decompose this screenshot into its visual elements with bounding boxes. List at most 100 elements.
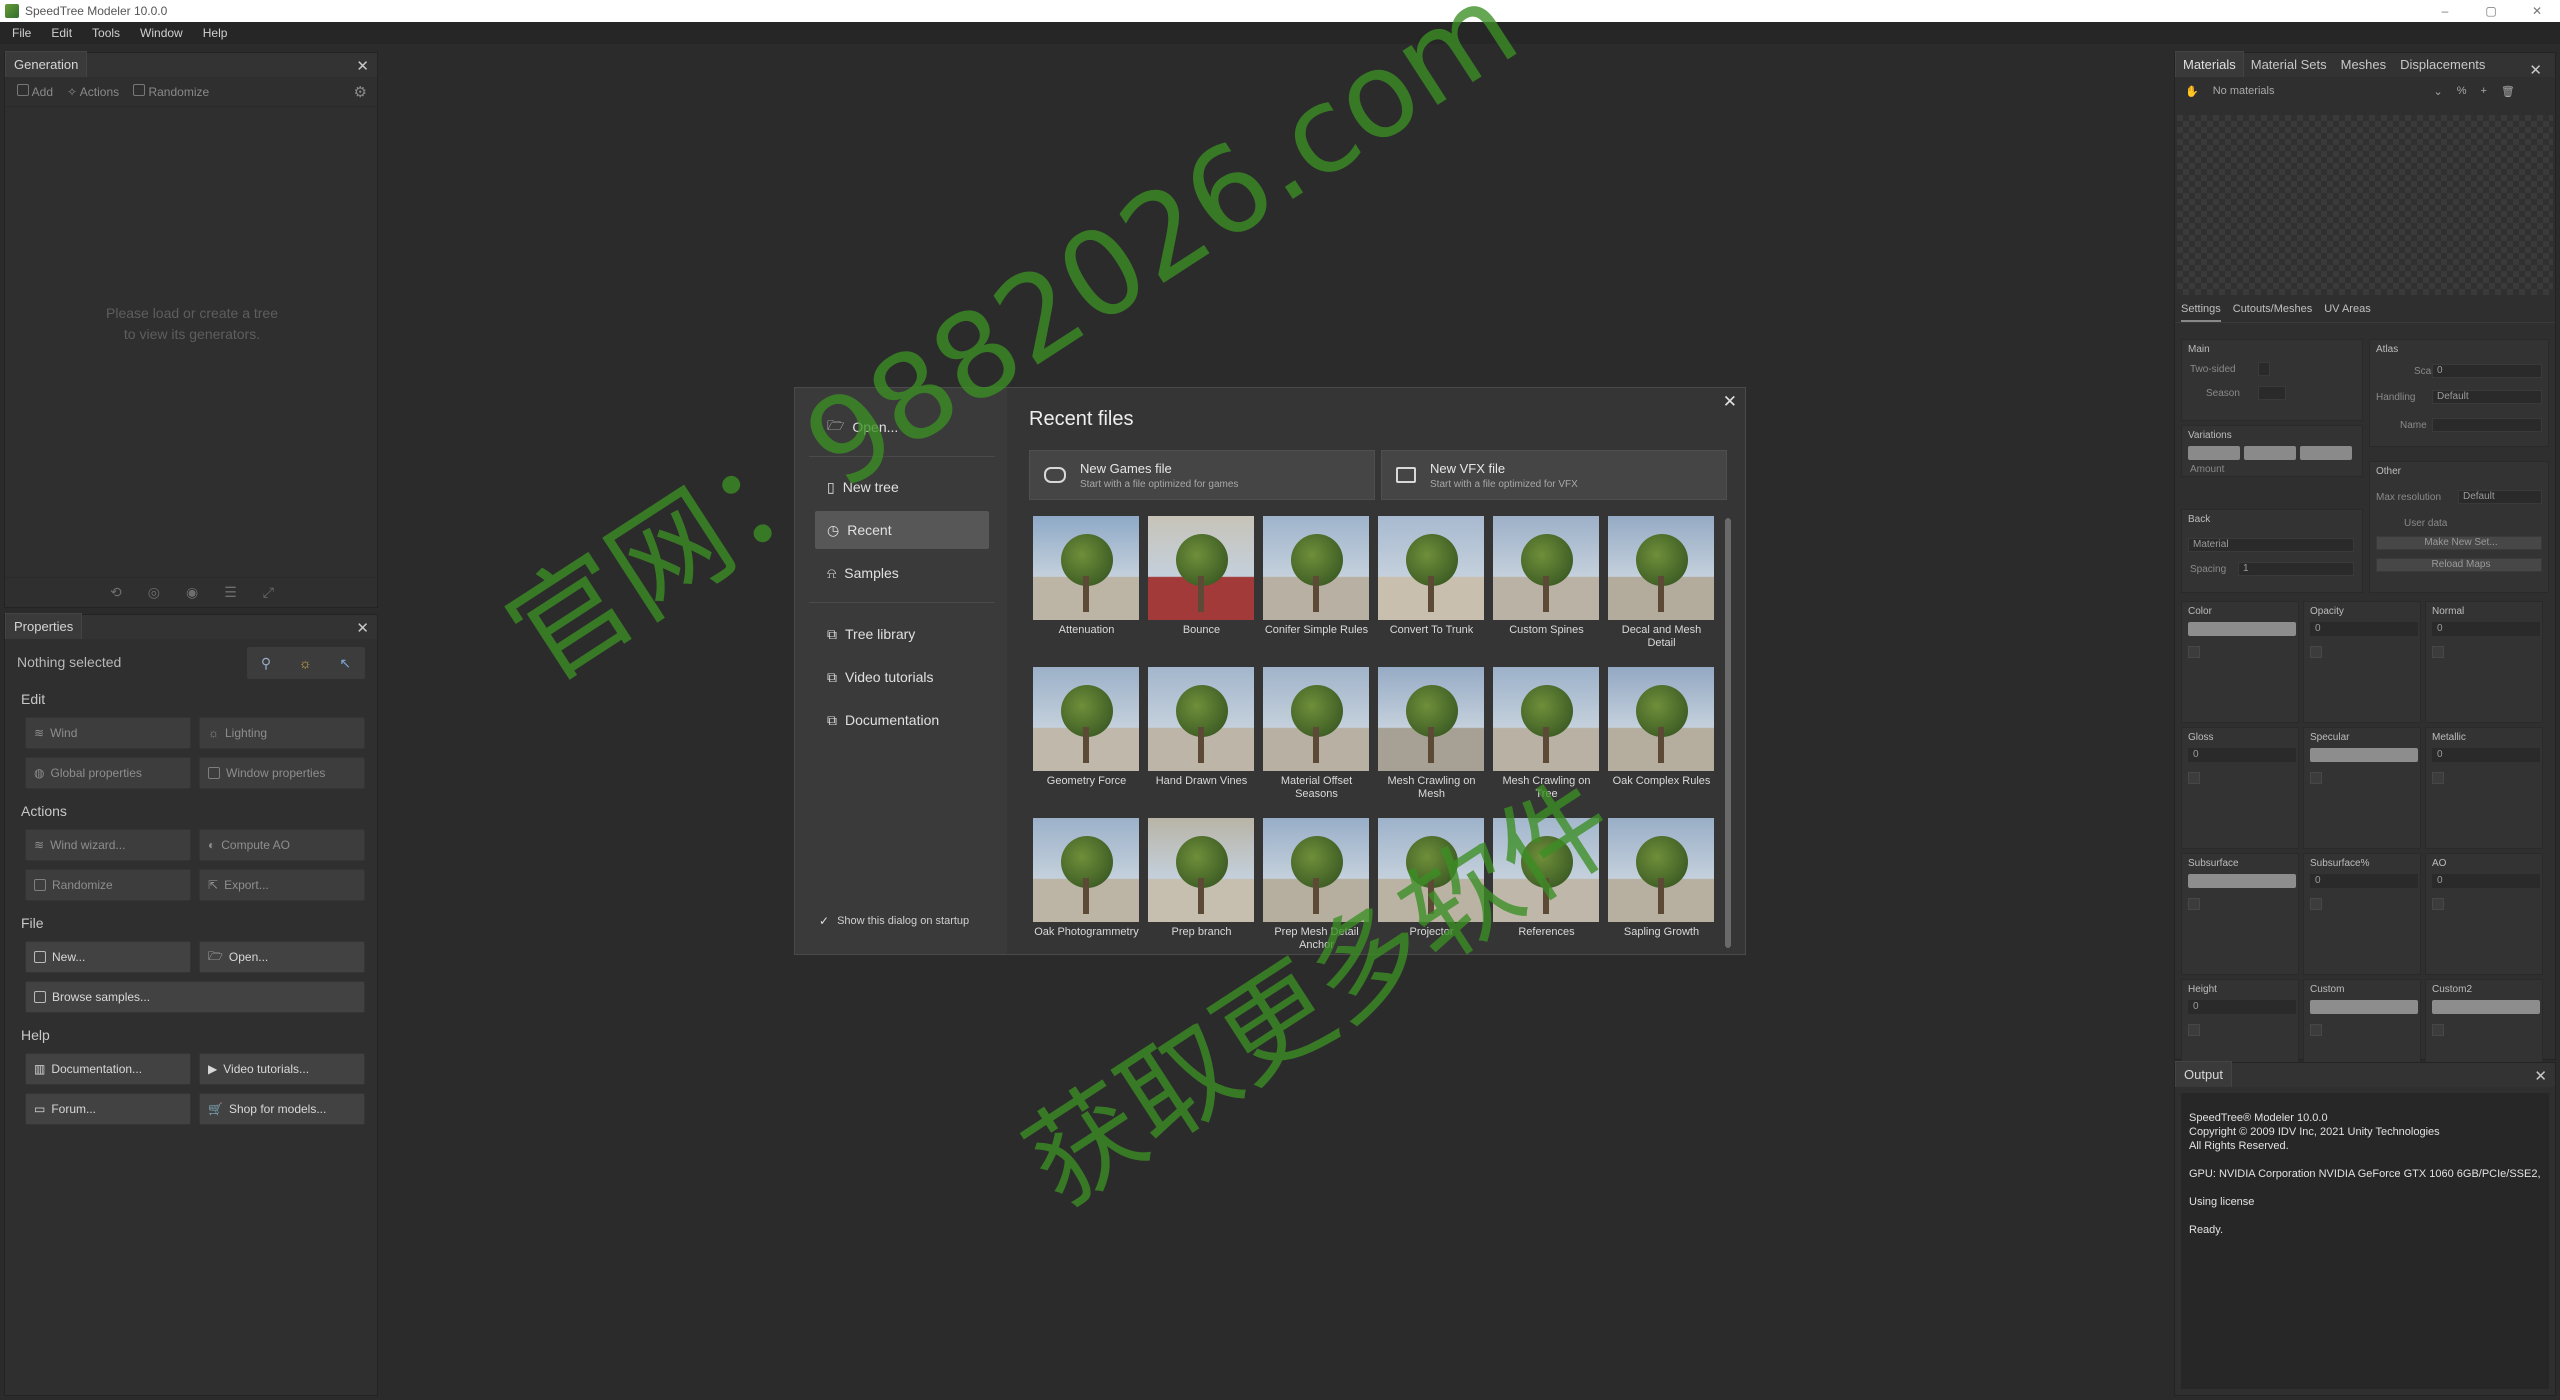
close-icon[interactable]: ✕ [2522, 56, 2549, 84]
tab-properties[interactable]: Properties [5, 613, 83, 639]
subtab-uv-areas[interactable]: UV Areas [2324, 303, 2370, 322]
percent-icon[interactable]: % [2457, 85, 2467, 97]
slot-value[interactable]: 0 [2188, 748, 2296, 762]
slot-value[interactable] [2188, 622, 2296, 636]
nav-samples[interactable]: ⍾ Samples [815, 554, 989, 592]
slot-checkbox[interactable] [2432, 898, 2444, 910]
season-field[interactable] [2258, 386, 2286, 400]
materials-dropdown[interactable]: No materials ⌄ [2213, 85, 2443, 98]
pointer-icon[interactable]: ↖ [339, 655, 351, 672]
gear-icon[interactable]: ⚙ [354, 83, 367, 101]
new-games-file-button[interactable]: New Games file Start with a file optimize… [1029, 450, 1375, 500]
dialog-scrollbar[interactable] [1725, 518, 1731, 948]
recent-file-thumbnail[interactable]: Oak Complex Rules [1608, 667, 1715, 788]
window-properties-button[interactable]: Window properties [199, 757, 365, 789]
list-icon[interactable]: ☰ [224, 584, 237, 601]
close-icon[interactable]: ✕ [356, 57, 369, 75]
menu-edit[interactable]: Edit [39, 26, 80, 40]
slot-checkbox[interactable] [2188, 772, 2200, 784]
close-icon[interactable]: ✕ [1723, 392, 1737, 412]
hand-icon[interactable]: ✋ [2185, 85, 2199, 98]
reload-maps-button[interactable]: Reload Maps [2376, 558, 2542, 572]
bend-icon[interactable]: ⟲ [110, 584, 122, 601]
recent-file-thumbnail[interactable]: Oak Photogrammetry [1033, 818, 1140, 939]
variation-bar-2[interactable] [2244, 446, 2296, 460]
menu-file[interactable]: File [0, 26, 39, 40]
sun-icon[interactable]: ☼ [299, 655, 312, 671]
tab-material-sets[interactable]: Material Sets [2244, 52, 2334, 77]
recent-file-thumbnail[interactable]: Decal and Mesh Detail [1608, 516, 1715, 650]
new-file-button[interactable]: New... [25, 941, 191, 973]
recent-file-thumbnail[interactable]: Custom Spines [1493, 516, 1600, 637]
camera-icon[interactable]: ◉ [186, 584, 198, 601]
actions-button[interactable]: ✧ Actions [67, 85, 119, 99]
shop-button[interactable]: 🛒 Shop for models... [199, 1093, 365, 1125]
export-button[interactable]: ⇱ Export... [199, 869, 365, 901]
material-slot[interactable]: Color [2181, 601, 2299, 723]
recent-file-thumbnail[interactable]: Bounce [1148, 516, 1255, 637]
slot-value[interactable]: 0 [2432, 622, 2540, 636]
slot-checkbox[interactable] [2432, 772, 2444, 784]
material-slot[interactable]: Subsurface [2181, 853, 2299, 975]
make-new-set-button[interactable]: Make New Set... [2376, 536, 2542, 550]
slot-checkbox[interactable] [2432, 1024, 2444, 1036]
handling-dropdown[interactable]: Default [2432, 390, 2542, 404]
slot-value[interactable] [2310, 748, 2418, 762]
material-slot[interactable]: Opacity 0 [2303, 601, 2421, 723]
menu-window[interactable]: Window [128, 26, 191, 40]
slot-value[interactable]: 0 [2432, 748, 2540, 762]
browse-samples-button[interactable]: Browse samples... [25, 981, 365, 1013]
add-button[interactable]: Add [17, 84, 53, 99]
open-file-button[interactable]: 🗁 Open... [199, 941, 365, 973]
nav-new-tree[interactable]: ▯ New tree [815, 468, 989, 506]
blend-icon[interactable]: ◎ [148, 584, 160, 601]
scale-field[interactable]: 0 [2432, 364, 2542, 378]
tab-displacements[interactable]: Displacements [2393, 52, 2492, 77]
slot-checkbox[interactable] [2310, 646, 2322, 658]
close-icon[interactable]: ✕ [356, 619, 369, 637]
recent-file-thumbnail[interactable]: Sapling Growth [1608, 818, 1715, 939]
max-resolution-dropdown[interactable]: Default [2458, 490, 2542, 504]
recent-file-thumbnail[interactable]: Attenuation [1033, 516, 1140, 637]
recent-file-thumbnail[interactable]: Prep Mesh Detail Anchor [1263, 818, 1370, 952]
tab-generation[interactable]: Generation [5, 51, 88, 77]
recent-file-thumbnail[interactable]: Prep branch [1148, 818, 1255, 939]
menu-tools[interactable]: Tools [80, 26, 128, 40]
subtab-cutouts[interactable]: Cutouts/Meshes [2233, 303, 2312, 322]
slot-value[interactable] [2310, 1000, 2418, 1014]
material-slot[interactable]: Metallic 0 [2425, 727, 2543, 849]
slot-checkbox[interactable] [2188, 646, 2200, 658]
slot-checkbox[interactable] [2310, 772, 2322, 784]
randomize-button[interactable]: Randomize [133, 84, 209, 99]
slot-checkbox[interactable] [2310, 1024, 2322, 1036]
trash-icon[interactable]: 🗑 [2501, 85, 2515, 98]
variation-bar-1[interactable] [2188, 446, 2240, 460]
slot-checkbox[interactable] [2310, 898, 2322, 910]
material-slot[interactable]: Normal 0 [2425, 601, 2543, 723]
tab-output[interactable]: Output [2175, 1061, 2233, 1087]
slot-value[interactable] [2188, 874, 2296, 888]
spacing-field[interactable]: 1 [2238, 562, 2354, 576]
wind-wizard-button[interactable]: ≋ Wind wizard... [25, 829, 191, 861]
slot-checkbox[interactable] [2432, 646, 2444, 658]
slot-value[interactable]: 0 [2310, 622, 2418, 636]
recent-file-thumbnail[interactable]: References [1493, 818, 1600, 939]
nav-tree-library[interactable]: ⧉ Tree library [815, 615, 989, 653]
recent-file-thumbnail[interactable]: Geometry Force [1033, 667, 1140, 788]
material-slot[interactable]: Gloss 0 [2181, 727, 2299, 849]
recent-file-thumbnail[interactable]: Conifer Simple Rules [1263, 516, 1370, 637]
nav-video-tutorials[interactable]: ⧉ Video tutorials [815, 658, 989, 696]
recent-file-thumbnail[interactable]: Mesh Crawling on Tree [1493, 667, 1600, 801]
recent-file-thumbnail[interactable]: Hand Drawn Vines [1148, 667, 1255, 788]
documentation-button[interactable]: ▥ Documentation... [25, 1053, 191, 1085]
back-material-dropdown[interactable]: Material [2188, 538, 2354, 552]
compute-ao-button[interactable]: ◐ Compute AO [199, 829, 365, 861]
slot-value[interactable]: 0 [2310, 874, 2418, 888]
maximize-button[interactable]: ▢ [2468, 0, 2514, 22]
tab-materials[interactable]: Materials [2175, 51, 2244, 77]
tab-meshes[interactable]: Meshes [2334, 52, 2394, 77]
two-sided-checkbox[interactable] [2258, 362, 2270, 376]
material-slot[interactable]: Specular [2303, 727, 2421, 849]
new-vfx-file-button[interactable]: New VFX file Start with a file optimized … [1381, 450, 1727, 500]
atlas-name-field[interactable] [2432, 418, 2542, 432]
